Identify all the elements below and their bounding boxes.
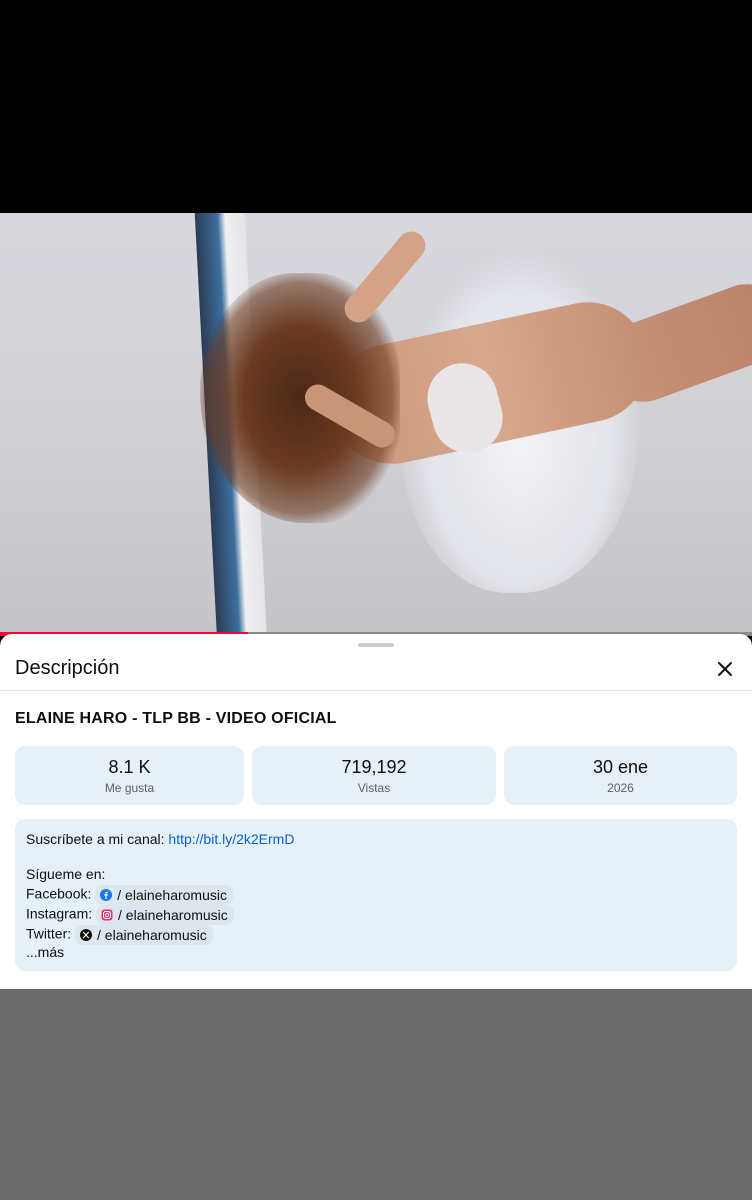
twitter-handle: / elaineharomusic <box>97 927 207 943</box>
publish-date-stat: 30 ene 2026 <box>504 746 737 805</box>
instagram-line: Instagram: / elaineharomusic <box>26 905 234 925</box>
facebook-line: Facebook: / elaineharomusic <box>26 885 233 905</box>
likes-label: Me gusta <box>104 781 155 795</box>
x-icon <box>80 929 93 941</box>
description-sheet: Descripción ELAINE HARO - TLP BB - VIDEO… <box>0 634 752 989</box>
subscribe-prefix: Suscríbete a mi canal: <box>26 831 169 847</box>
publish-date: 30 ene <box>592 757 649 777</box>
views-count: 719,192 <box>341 757 407 777</box>
drag-handle[interactable] <box>358 643 394 647</box>
views-stat: 719,192 Vistas <box>252 746 496 805</box>
raised-arm <box>338 225 432 329</box>
sheet-header: Descripción <box>0 648 752 691</box>
subscribe-link[interactable]: http://bit.ly/2k2ErmD <box>168 831 294 847</box>
subscribe-line: Suscríbete a mi canal: http://bit.ly/2k2… <box>26 831 294 847</box>
close-icon <box>718 662 732 676</box>
dimmed-background <box>0 989 752 1200</box>
follow-heading: Sígueme en: <box>26 866 106 882</box>
instagram-icon <box>101 909 113 921</box>
close-button[interactable] <box>710 654 740 684</box>
facebook-handle: / elaineharomusic <box>117 887 227 903</box>
facebook-label: Facebook: <box>26 885 92 902</box>
facebook-icon <box>100 889 113 901</box>
facebook-chip[interactable]: / elaineharomusic <box>95 885 233 905</box>
views-label: Vistas <box>357 781 391 795</box>
description-box[interactable]: Suscríbete a mi canal: http://bit.ly/2k2… <box>15 819 737 971</box>
instagram-chip[interactable]: / elaineharomusic <box>96 905 234 925</box>
likes-count: 8.1 K <box>108 757 151 777</box>
sheet-title: Descripción <box>15 657 120 679</box>
video-frame[interactable] <box>0 213 752 634</box>
twitter-line: Twitter: / elaineharomusic <box>26 925 213 945</box>
video-letterbox-top <box>0 0 752 213</box>
likes-stat: 8.1 K Me gusta <box>15 746 244 805</box>
twitter-chip[interactable]: / elaineharomusic <box>75 925 213 945</box>
twitter-label: Twitter: <box>26 925 72 942</box>
video-title: ELAINE HARO - TLP BB - VIDEO OFICIAL <box>15 710 337 727</box>
show-more-link[interactable]: ...más <box>26 944 64 960</box>
instagram-label: Instagram: <box>26 905 93 922</box>
instagram-handle: / elaineharomusic <box>118 907 228 923</box>
publish-year: 2026 <box>607 781 634 795</box>
